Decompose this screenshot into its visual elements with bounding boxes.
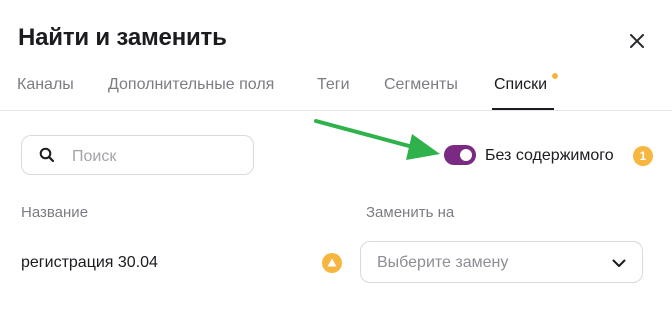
tab-tags[interactable]: Теги	[317, 76, 350, 94]
dialog-title: Найти и заменить	[18, 24, 227, 51]
tab-segments[interactable]: Сегменты	[384, 76, 458, 94]
select-placeholder: Выберите замену	[377, 254, 509, 271]
list-name: регистрация 30.04	[21, 254, 158, 271]
warning-icon	[322, 253, 342, 273]
empty-only-toggle[interactable]	[444, 145, 476, 165]
tab-additional-fields[interactable]: Дополнительные поля	[108, 76, 274, 94]
arrow-icon	[314, 119, 440, 160]
close-button[interactable]	[624, 28, 650, 54]
tab-channels[interactable]: Каналы	[17, 76, 74, 94]
tab-lists[interactable]: Списки	[494, 76, 547, 94]
count-badge: 1	[633, 146, 653, 166]
column-header-name: Название	[21, 204, 89, 221]
tab-bar: Каналы Дополнительные поля Теги Сегменты…	[0, 64, 672, 111]
active-tab-indicator	[492, 108, 554, 110]
empty-only-label: Без содержимого	[485, 147, 614, 164]
column-header-replace: Заменить на	[366, 204, 455, 221]
search-icon	[39, 147, 55, 163]
chevron-down-icon	[612, 259, 626, 267]
replacement-select[interactable]: Выберите замену	[360, 241, 643, 283]
tab-notification-dot	[552, 73, 558, 79]
close-icon	[630, 34, 644, 48]
toggle-knob	[460, 149, 472, 161]
search-input[interactable]	[70, 145, 244, 169]
search-box[interactable]	[21, 135, 254, 175]
